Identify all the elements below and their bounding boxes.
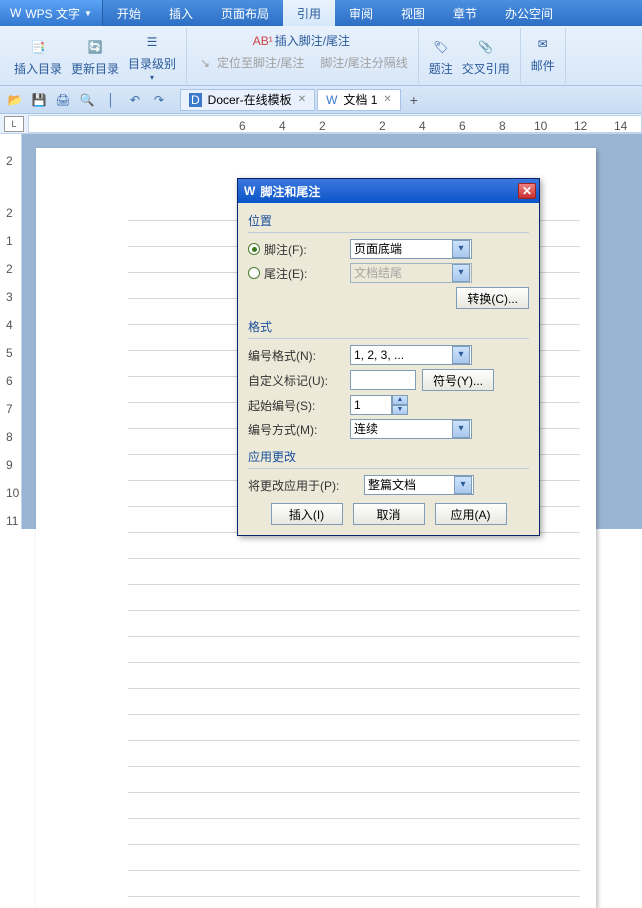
undo-icon: ↶ xyxy=(130,93,140,107)
docer-icon: D xyxy=(189,93,202,107)
close-icon[interactable]: ✕ xyxy=(298,94,306,105)
insert-toc-button[interactable]: 📑插入目录 xyxy=(10,33,66,79)
vertical-ruler[interactable]: 221234567891011 xyxy=(0,134,22,529)
numformat-select[interactable]: 1, 2, 3, ... xyxy=(350,345,472,365)
quick-access-bar: 📂 💾 🖨 🔍 │ ↶ ↷ DDocer-在线模板✕ W文档 1✕ + xyxy=(0,86,642,114)
goto-footnote-button[interactable]: ↘定位至脚注/尾注 xyxy=(193,52,308,73)
crossref-icon: 📎 xyxy=(474,35,498,59)
start-number-spinner[interactable]: ▲▼ xyxy=(350,395,410,415)
mail-icon: ✉ xyxy=(531,32,555,56)
start-number-input[interactable] xyxy=(350,395,392,415)
divider-icon: │ xyxy=(100,89,122,111)
document-tabs: DDocer-在线模板✕ W文档 1✕ + xyxy=(180,89,638,111)
update-toc-button[interactable]: 🔄更新目录 xyxy=(67,33,123,79)
footnote-label: 脚注(F): xyxy=(264,241,307,258)
applyto-select[interactable]: 整篇文档 xyxy=(364,475,474,495)
redo-button[interactable]: ↷ xyxy=(148,89,170,111)
spin-down-icon[interactable]: ▼ xyxy=(392,405,408,415)
insert-button[interactable]: 插入(I) xyxy=(271,503,343,525)
menu-references[interactable]: 引用 xyxy=(283,0,335,26)
ruler-row: L 642 2468101214 xyxy=(0,114,642,134)
add-tab-button[interactable]: + xyxy=(403,92,425,108)
menu-start[interactable]: 开始 xyxy=(103,0,155,26)
endnote-label: 尾注(E): xyxy=(264,265,307,282)
print-icon: 🖨 xyxy=(55,93,70,107)
dialog-icon: W xyxy=(244,184,255,198)
tab-selector[interactable]: L xyxy=(4,116,24,132)
section-apply-label: 应用更改 xyxy=(248,445,529,469)
app-logo-icon: W xyxy=(10,6,21,20)
refresh-icon: 🔄 xyxy=(83,35,107,59)
app-menu-button[interactable]: W WPS 文字 ▼ xyxy=(0,0,103,26)
doc-icon: W xyxy=(326,93,337,107)
redo-icon: ↷ xyxy=(154,93,164,107)
insert-footnote-button[interactable]: AB¹插入脚注/尾注 xyxy=(251,30,354,51)
preview-button[interactable]: 🔍 xyxy=(76,89,98,111)
tab-docer[interactable]: DDocer-在线模板✕ xyxy=(180,89,315,111)
footnote-icon: AB¹ xyxy=(255,33,271,49)
numformat-label: 编号格式(N): xyxy=(248,347,344,364)
levels-icon: ☰ xyxy=(140,30,164,54)
horizontal-ruler[interactable]: 642 2468101214 xyxy=(28,115,642,133)
menu-workspace[interactable]: 办公空间 xyxy=(491,0,567,26)
custom-mark-input[interactable] xyxy=(350,370,416,390)
mail-button[interactable]: ✉邮件 xyxy=(527,30,559,76)
dropdown-icon: ▼ xyxy=(84,9,92,18)
numbering-mode-label: 编号方式(M): xyxy=(248,421,344,438)
numbering-mode-select[interactable]: 连续 xyxy=(350,419,472,439)
menu-pagelayout[interactable]: 页面布局 xyxy=(207,0,283,26)
toc-level-button[interactable]: ☰目录级别▾ xyxy=(124,28,180,84)
ribbon: 📑插入目录 🔄更新目录 ☰目录级别▾ AB¹插入脚注/尾注 ↘定位至脚注/尾注 … xyxy=(0,26,642,86)
caption-icon: 🏷 xyxy=(429,35,453,59)
dialog-close-button[interactable]: ✕ xyxy=(518,183,536,199)
endnote-position-select: 文档结尾 xyxy=(350,263,472,283)
footnote-radio[interactable] xyxy=(248,243,260,255)
footnote-dialog: W 脚注和尾注 ✕ 位置 脚注(F): 页面底端 尾注(E): 文档结尾 转换(… xyxy=(237,178,540,536)
endnote-radio[interactable] xyxy=(248,267,260,279)
menu-view[interactable]: 视图 xyxy=(387,0,439,26)
spin-up-icon[interactable]: ▲ xyxy=(392,395,408,405)
goto-icon: ↘ xyxy=(197,55,213,71)
close-icon: ✕ xyxy=(522,184,532,198)
menu-insert[interactable]: 插入 xyxy=(155,0,207,26)
save-icon: 💾 xyxy=(32,93,47,107)
caption-button[interactable]: 🏷题注 xyxy=(425,33,457,79)
footnote-separator-button[interactable]: 脚注/尾注分隔线 xyxy=(316,52,411,73)
menu-section[interactable]: 章节 xyxy=(439,0,491,26)
cancel-button[interactable]: 取消 xyxy=(353,503,425,525)
crossref-button[interactable]: 📎交叉引用 xyxy=(458,33,514,79)
apply-button[interactable]: 应用(A) xyxy=(435,503,507,525)
start-number-label: 起始编号(S): xyxy=(248,397,344,414)
tab-doc1[interactable]: W文档 1✕ xyxy=(317,89,401,111)
menubar: W WPS 文字 ▼ 开始 插入 页面布局 引用 审阅 视图 章节 办公空间 xyxy=(0,0,642,26)
print-button[interactable]: 🖨 xyxy=(52,89,74,111)
symbol-button[interactable]: 符号(Y)... xyxy=(422,369,494,391)
dialog-title: 脚注和尾注 xyxy=(260,183,513,200)
close-icon[interactable]: ✕ xyxy=(383,94,391,105)
toc-icon: 📑 xyxy=(26,35,50,59)
open-button[interactable]: 📂 xyxy=(4,89,26,111)
convert-button[interactable]: 转换(C)... xyxy=(456,287,529,309)
custom-mark-label: 自定义标记(U): xyxy=(248,372,344,389)
applyto-label: 将更改应用于(P): xyxy=(248,477,358,494)
section-format-label: 格式 xyxy=(248,315,529,339)
folder-icon: 📂 xyxy=(8,93,23,107)
save-button[interactable]: 💾 xyxy=(28,89,50,111)
preview-icon: 🔍 xyxy=(80,93,95,107)
app-name: WPS 文字 xyxy=(25,5,80,22)
menu-review[interactable]: 审阅 xyxy=(335,0,387,26)
section-position-label: 位置 xyxy=(248,209,529,233)
dialog-titlebar[interactable]: W 脚注和尾注 ✕ xyxy=(238,179,539,203)
footnote-position-select[interactable]: 页面底端 xyxy=(350,239,472,259)
undo-button[interactable]: ↶ xyxy=(124,89,146,111)
